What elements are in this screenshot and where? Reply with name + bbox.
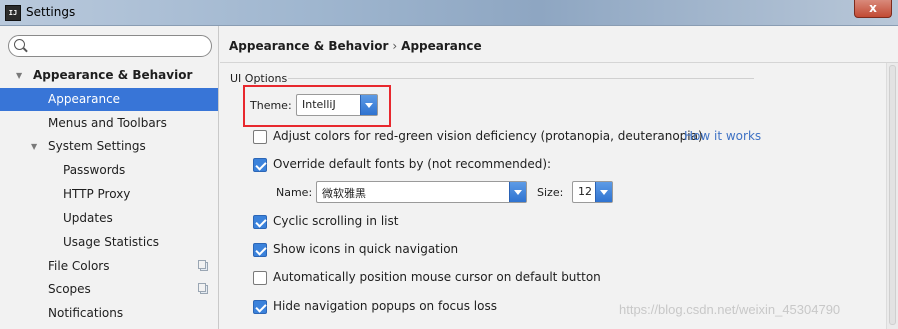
sidebar-item-label: Appearance (48, 92, 121, 106)
checkbox[interactable] (253, 130, 267, 144)
checkbox[interactable] (253, 271, 267, 285)
checkbox-label: Show icons in quick navigation (273, 242, 459, 256)
sidebar-item-passwords[interactable]: Passwords (0, 159, 218, 182)
sidebar-item-label: Updates (63, 211, 113, 225)
sidebar-item-appearance[interactable]: Appearance (0, 88, 218, 111)
chevron-down-icon[interactable] (509, 182, 526, 202)
search-field[interactable] (8, 35, 212, 57)
checkbox[interactable] (253, 158, 267, 172)
sidebar-item-label: Menus and Toolbars (48, 116, 167, 130)
sidebar-item-usage-statistics[interactable]: Usage Statistics (0, 231, 218, 254)
checkbox-label: Adjust colors for red-green vision defic… (273, 129, 703, 143)
font-size-value: 12 (578, 185, 592, 198)
font-name-label: Name: (276, 186, 313, 199)
theme-value: IntelliJ (302, 98, 336, 111)
checkbox-label: Cyclic scrolling in list (273, 214, 399, 228)
expanded-arrow-icon[interactable]: ▼ (31, 135, 37, 158)
sidebar-item-label: HTTP Proxy (63, 187, 131, 201)
project-level-icon (198, 260, 208, 271)
title-bar: IJ Settings x (0, 0, 898, 26)
checkbox-label: Hide navigation popups on focus loss (273, 299, 497, 313)
theme-label: Theme: (250, 99, 292, 112)
project-level-icon (198, 283, 208, 294)
sidebar-item-file-colors[interactable]: File Colors (0, 255, 218, 278)
sidebar-item-http-proxy[interactable]: HTTP Proxy (0, 183, 218, 206)
sidebar-item-label: Scopes (48, 282, 91, 296)
sidebar-item-menus-toolbars[interactable]: Menus and Toolbars (0, 112, 218, 135)
checkbox-label: Automatically position mouse cursor on d… (273, 270, 601, 284)
settings-sidebar: ▼ Appearance & Behavior Appearance Menus… (0, 26, 219, 329)
sidebar-item-label: File Colors (48, 259, 110, 273)
breadcrumb-parent: Appearance & Behavior (229, 39, 389, 53)
font-size-label: Size: (537, 186, 564, 199)
theme-select[interactable]: IntelliJ (296, 94, 378, 116)
font-size-select[interactable]: 12 (572, 181, 613, 203)
scrollbar-thumb[interactable] (889, 65, 896, 325)
checkbox[interactable] (253, 243, 267, 257)
search-icon (14, 39, 25, 50)
breadcrumb-separator: › (392, 39, 398, 53)
vertical-scrollbar[interactable] (886, 63, 898, 329)
settings-content: Appearance & Behavior › Appearance UI Opti… (220, 26, 898, 329)
chevron-down-icon[interactable] (595, 182, 612, 202)
sidebar-item-label: Usage Statistics (63, 235, 160, 249)
intellij-app-icon: IJ (5, 5, 21, 21)
sidebar-item-label: Notifications (48, 306, 124, 320)
checkbox-label: Override default fonts by (not recommend… (273, 157, 552, 171)
expanded-arrow-icon[interactable]: ▼ (16, 64, 22, 87)
sidebar-item-label: Passwords (63, 163, 126, 177)
chevron-down-icon[interactable] (360, 95, 377, 115)
breadcrumb: Appearance & Behavior › Appearance (229, 39, 482, 53)
section-divider (288, 78, 754, 79)
checkbox[interactable] (253, 300, 267, 314)
sidebar-item-scopes[interactable]: Scopes (0, 278, 218, 301)
how-it-works-link[interactable]: How it works (684, 129, 761, 143)
sidebar-item-notifications[interactable]: Notifications (0, 302, 218, 325)
sidebar-item-appearance-behavior[interactable]: ▼ Appearance & Behavior (0, 64, 218, 87)
checkbox[interactable] (253, 215, 267, 229)
font-name-value: 微软雅黑 (322, 187, 366, 200)
header-divider (220, 62, 898, 63)
close-button[interactable]: x (854, 0, 892, 18)
sidebar-item-updates[interactable]: Updates (0, 207, 218, 230)
font-name-select[interactable]: 微软雅黑 (316, 181, 527, 203)
window-title: Settings (26, 5, 76, 19)
watermark: https://blog.csdn.net/weixin_45304790 (619, 302, 841, 317)
section-title-ui-options: UI Options (230, 72, 288, 85)
breadcrumb-current: Appearance (401, 39, 482, 53)
sidebar-item-label: Appearance & Behavior (33, 68, 193, 82)
sidebar-item-system-settings[interactable]: ▼ System Settings (0, 135, 218, 158)
sidebar-item-label: System Settings (48, 139, 146, 153)
search-input[interactable] (29, 38, 205, 54)
